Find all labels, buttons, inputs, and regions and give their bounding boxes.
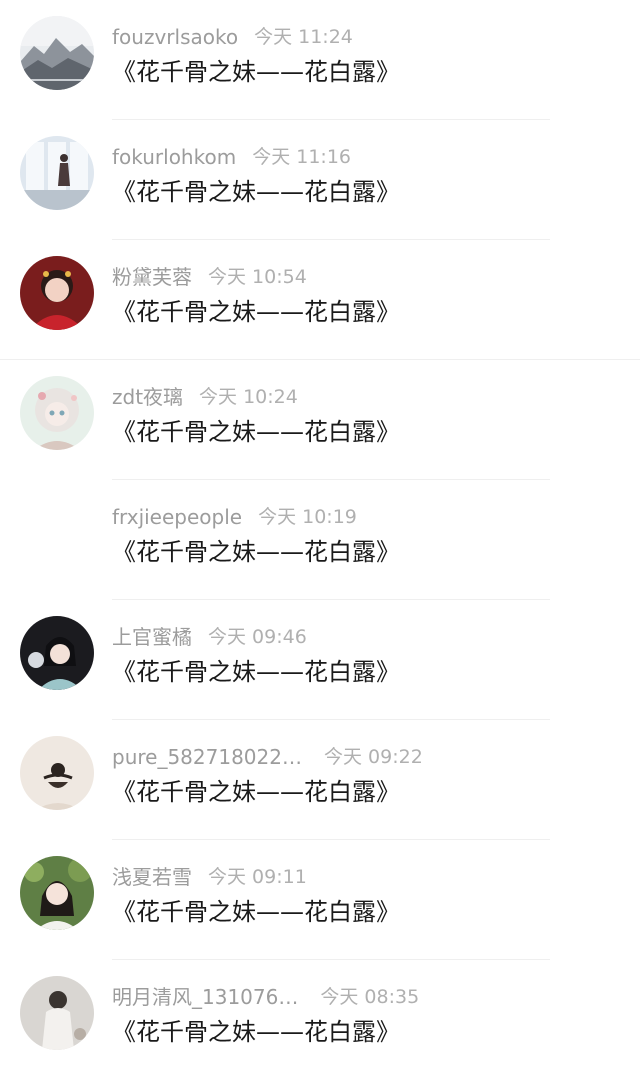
timestamp: 今天 08:35 xyxy=(320,986,420,1008)
comment-item[interactable]: zdt夜璃 今天 10:24 《花千骨之妹——花白露》 xyxy=(0,360,640,480)
comment-item[interactable]: 粉黛芙蓉 今天 10:54 《花千骨之妹——花白露》 xyxy=(0,240,640,360)
username[interactable]: 浅夏若雪 xyxy=(112,863,192,891)
garden-girl-avatar[interactable] xyxy=(20,856,94,930)
comment-text: 《花千骨之妹——花白露》 xyxy=(112,658,400,686)
comment-item[interactable]: 上官蜜橘 今天 09:46 《花千骨之妹——花白露》 xyxy=(0,600,640,720)
red-costume-girl-avatar[interactable] xyxy=(20,256,94,330)
comment-item[interactable]: fokurlohkom 今天 11:16 《花千骨之妹——花白露》 xyxy=(0,120,640,240)
comment-item[interactable]: fouzvrlsaoko 今天 11:24 《花千骨之妹——花白露》 xyxy=(0,0,640,120)
timestamp: 今天 09:46 xyxy=(208,626,307,648)
comment-item[interactable]: 浅夏若雪 今天 09:11 《花千骨之妹——花白露》 xyxy=(0,840,640,960)
timestamp: 今天 10:24 xyxy=(199,386,298,408)
username[interactable]: fouzvrlsaoko xyxy=(112,23,238,51)
comment-text: 《花千骨之妹——花白露》 xyxy=(112,1018,400,1046)
username[interactable]: pure_582718022… xyxy=(112,743,302,771)
timestamp: 今天 09:22 xyxy=(323,746,423,768)
username[interactable]: 上官蜜橘 xyxy=(112,623,192,651)
comment-text: 《花千骨之妹——花白露》 xyxy=(112,178,400,206)
comment-item[interactable]: pure_582718022… 今天 09:22 《花千骨之妹——花白露》 xyxy=(0,720,640,840)
window-silhouette-avatar[interactable] xyxy=(20,136,94,210)
timestamp: 今天 10:19 xyxy=(258,506,357,528)
comment-meta: 上官蜜橘 今天 09:46 xyxy=(112,623,307,651)
hair-bun-avatar[interactable] xyxy=(20,736,94,810)
comment-item[interactable]: frxjieepeople 今天 10:19 《花千骨之妹——花白露》 xyxy=(0,480,640,600)
comment-text: 《花千骨之妹——花白露》 xyxy=(112,58,400,86)
username[interactable]: zdt夜璃 xyxy=(112,383,183,411)
comment-item[interactable]: 明月清风_131076… 今天 08:35 《花千骨之妹——花白露》 xyxy=(0,960,640,1080)
comment-meta: frxjieepeople 今天 10:19 xyxy=(112,503,357,531)
username[interactable]: frxjieepeople xyxy=(112,503,242,531)
comment-text: 《花千骨之妹——花白露》 xyxy=(112,418,400,446)
timestamp: 今天 10:54 xyxy=(208,266,307,288)
landscape-painting-avatar[interactable] xyxy=(20,16,94,90)
comment-text: 《花千骨之妹——花白露》 xyxy=(112,298,400,326)
comment-text: 《花千骨之妹——花白露》 xyxy=(112,778,400,806)
comment-text: 《花千骨之妹——花白露》 xyxy=(112,538,400,566)
comment-list: fouzvrlsaoko 今天 11:24 《花千骨之妹——花白露》 fokurl… xyxy=(0,0,640,1060)
comment-meta: fouzvrlsaoko 今天 11:24 xyxy=(112,23,353,51)
username[interactable]: 粉黛芙蓉 xyxy=(112,263,192,291)
timestamp: 今天 11:24 xyxy=(254,26,353,48)
username[interactable]: 明月清风_131076… xyxy=(112,983,298,1011)
light-outfit-avatar[interactable] xyxy=(20,976,94,1050)
username[interactable]: fokurlohkom xyxy=(112,143,236,171)
timestamp: 今天 09:11 xyxy=(208,866,307,888)
comment-meta: fokurlohkom 今天 11:16 xyxy=(112,143,351,171)
comment-text: 《花千骨之妹——花白露》 xyxy=(112,898,400,926)
comment-meta: 明月清风_131076… 今天 08:35 xyxy=(112,983,419,1011)
comment-meta: 浅夏若雪 今天 09:11 xyxy=(112,863,307,891)
dark-hair-girl-avatar[interactable] xyxy=(20,616,94,690)
comment-meta: pure_582718022… 今天 09:22 xyxy=(112,743,423,771)
timestamp: 今天 11:16 xyxy=(252,146,351,168)
comment-meta: zdt夜璃 今天 10:24 xyxy=(112,383,298,411)
illustrated-girl-avatar[interactable] xyxy=(20,376,94,450)
comment-meta: 粉黛芙蓉 今天 10:54 xyxy=(112,263,307,291)
